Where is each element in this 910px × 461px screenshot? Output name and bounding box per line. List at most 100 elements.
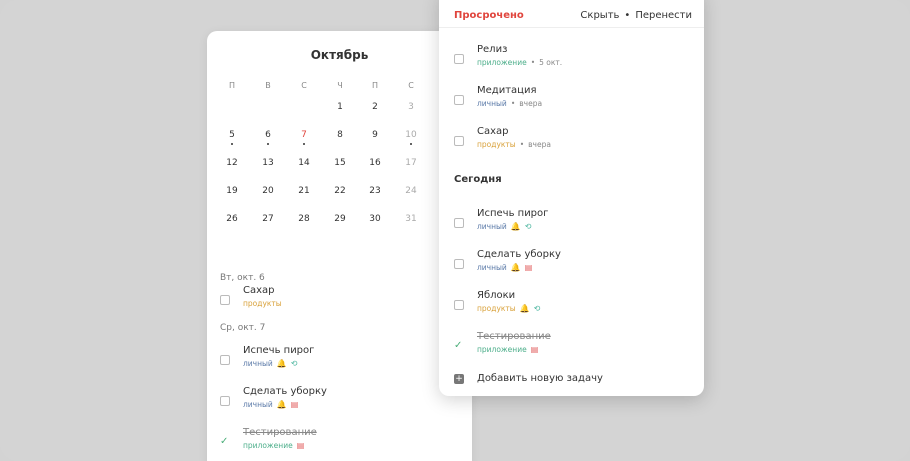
- calendar-day-number: 5: [229, 130, 235, 140]
- task-checkbox[interactable]: [454, 54, 464, 64]
- calendar-month-title: Октябрь: [310, 48, 369, 62]
- task-tag: продукты: [243, 299, 282, 308]
- calendar-day-number: 24: [405, 186, 417, 196]
- calendar-day[interactable]: 9: [357, 130, 393, 140]
- calendar-day[interactable]: 24: [393, 186, 429, 196]
- document-icon: ▤: [530, 345, 539, 354]
- bell-icon: 🔔: [276, 359, 287, 368]
- task-row[interactable]: Сделать уборку личный 🔔 ▤: [439, 249, 704, 283]
- calendar-day-number: 27: [262, 214, 274, 224]
- calendar-day-number: 17: [405, 158, 417, 168]
- add-task-button[interactable]: Добавить новую задачу: [477, 373, 603, 384]
- task-title: Сахар: [477, 126, 509, 137]
- calendar-day[interactable]: 7: [286, 130, 322, 145]
- task-row[interactable]: Испечь пирог личный 🔔 ⟲: [207, 345, 472, 379]
- calendar-day[interactable]: 23: [357, 186, 393, 196]
- calendar-day[interactable]: 5: [214, 130, 250, 145]
- calendar-day-number: 10: [405, 130, 417, 140]
- calendar-day[interactable]: 10: [393, 130, 429, 145]
- task-meta: приложение ▤: [477, 345, 538, 354]
- calendar-day[interactable]: 28: [286, 214, 322, 224]
- overdue-section-title: Просрочено: [454, 10, 524, 21]
- task-title: Испечь пирог: [243, 345, 315, 356]
- task-title: Испечь пирог: [477, 208, 549, 219]
- calendar-day-number: 14: [298, 158, 310, 168]
- calendar-day-number: 28: [298, 214, 310, 224]
- calendar-day[interactable]: 6: [250, 130, 286, 145]
- completed-check-icon[interactable]: ✓: [220, 437, 230, 447]
- calendar-day[interactable]: 20: [250, 186, 286, 196]
- hide-button[interactable]: Скрыть: [580, 10, 619, 21]
- calendar-day-number: 29: [334, 214, 346, 224]
- task-checkbox[interactable]: [454, 95, 464, 105]
- weekday-label: П: [228, 81, 235, 90]
- repeat-icon: ⟲: [290, 359, 298, 368]
- calendar-day-number: 7: [301, 130, 307, 140]
- task-checkbox[interactable]: [454, 218, 464, 228]
- task-row[interactable]: Медитация личный • вчера: [439, 85, 704, 119]
- day-group-date: Ср, окт. 7: [220, 323, 266, 333]
- calendar-day[interactable]: 2: [357, 102, 393, 112]
- task-tag: приложение: [243, 441, 293, 450]
- bell-icon: 🔔: [510, 222, 521, 231]
- task-tag: продукты: [477, 140, 516, 149]
- calendar-day[interactable]: 31: [393, 214, 429, 224]
- task-row[interactable]: Сделать уборку личный 🔔 ▤: [207, 386, 472, 420]
- task-title: Релиз: [477, 44, 508, 55]
- calendar-day[interactable]: 22: [322, 186, 358, 196]
- calendar-day[interactable]: 8: [322, 130, 358, 140]
- task-meta: личный 🔔 ⟲: [243, 359, 297, 368]
- document-icon: ▤: [290, 400, 299, 409]
- calendar-day[interactable]: 27: [250, 214, 286, 224]
- calendar-day[interactable]: 19: [214, 186, 250, 196]
- weekday-label: С: [301, 81, 307, 90]
- task-row[interactable]: Сахар продукты • вчера: [439, 126, 704, 160]
- task-row[interactable]: Яблоки продукты 🔔 ⟲: [439, 290, 704, 324]
- task-row[interactable]: Релиз приложение • 5 окт.: [439, 44, 704, 78]
- calendar-day-number: 15: [334, 158, 346, 168]
- task-checkbox[interactable]: [220, 295, 230, 305]
- task-due-date: 5 окт.: [539, 58, 563, 67]
- task-meta: продукты • вчера: [477, 140, 551, 149]
- task-row[interactable]: Сахар продукты: [207, 285, 472, 319]
- calendar-day[interactable]: 1: [322, 102, 358, 112]
- reschedule-button[interactable]: Перенести: [635, 10, 692, 21]
- task-checkbox[interactable]: [220, 355, 230, 365]
- task-meta: личный 🔔 ⟲: [477, 222, 531, 231]
- calendar-day[interactable]: 13: [250, 158, 286, 168]
- task-meta: личный 🔔 ▤: [477, 263, 532, 272]
- calendar-day[interactable]: 16: [357, 158, 393, 168]
- calendar-day[interactable]: 30: [357, 214, 393, 224]
- calendar-day[interactable]: 14: [286, 158, 322, 168]
- task-checkbox[interactable]: [220, 396, 230, 406]
- calendar-day[interactable]: 17: [393, 158, 429, 168]
- task-tag: приложение: [477, 345, 527, 354]
- task-title: Яблоки: [477, 290, 516, 301]
- task-row[interactable]: ✓ Тестирование приложение ▤: [439, 331, 704, 365]
- task-title: Тестирование: [243, 427, 317, 438]
- weekday-label: Ч: [337, 81, 343, 90]
- calendar-day[interactable]: 3: [393, 102, 429, 112]
- add-task-plus-icon[interactable]: +: [454, 374, 464, 384]
- repeat-icon: ⟲: [524, 222, 532, 231]
- calendar-day-number: 13: [262, 158, 274, 168]
- calendar-day[interactable]: 15: [322, 158, 358, 168]
- calendar-day[interactable]: 26: [214, 214, 250, 224]
- calendar-day-number: 16: [369, 158, 381, 168]
- day-task-dot: [410, 143, 412, 145]
- task-row[interactable]: Испечь пирог личный 🔔 ⟲: [439, 208, 704, 242]
- completed-check-icon[interactable]: ✓: [454, 341, 464, 351]
- calendar-day[interactable]: 29: [322, 214, 358, 224]
- calendar-day[interactable]: 12: [214, 158, 250, 168]
- task-meta: продукты: [243, 299, 282, 308]
- task-checkbox[interactable]: [454, 259, 464, 269]
- task-row[interactable]: ✓ Тестирование приложение ▤: [207, 427, 472, 461]
- task-checkbox[interactable]: [454, 136, 464, 146]
- task-tag: личный: [243, 359, 273, 368]
- task-title: Сахар: [243, 285, 275, 296]
- calendar-day-number: 8: [337, 130, 343, 140]
- task-checkbox[interactable]: [454, 300, 464, 310]
- task-meta: личный 🔔 ▤: [243, 400, 298, 409]
- day-task-dot: [303, 143, 305, 145]
- calendar-day[interactable]: 21: [286, 186, 322, 196]
